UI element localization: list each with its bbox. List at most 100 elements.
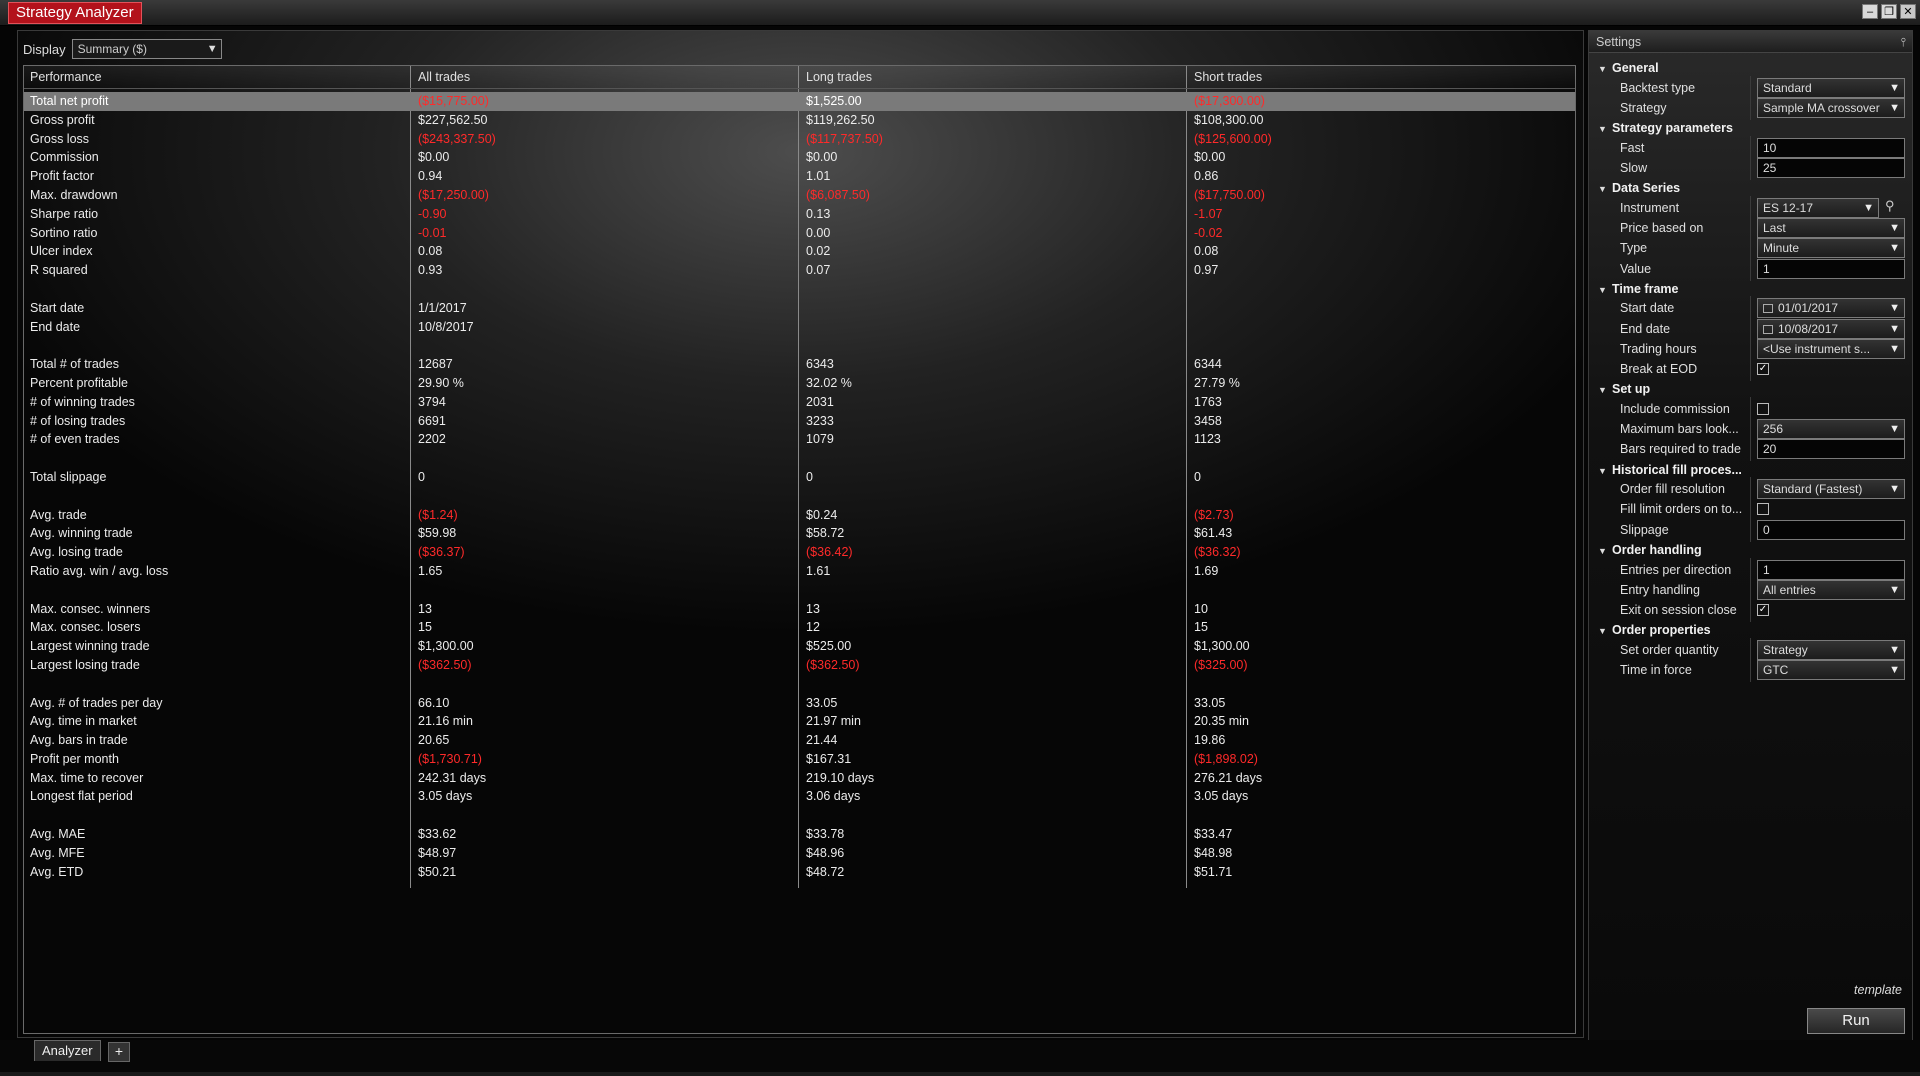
table-row[interactable]: Avg. MAE $33.62 $33.78 $33.47 [24, 825, 1575, 844]
table-row[interactable]: Avg. time in market 21.16 min 21.97 min 20.… [24, 712, 1575, 731]
maximum-bars-look-select[interactable]: 256 ▼ [1757, 419, 1905, 440]
table-row[interactable]: # of winning trades 3794 2031 1763 [24, 393, 1575, 412]
table-row[interactable]: Avg. bars in trade 20.65 21.44 19.86 [24, 731, 1575, 750]
price-based-on-select[interactable]: Last ▼ [1757, 218, 1905, 239]
table-row[interactable] [24, 487, 1575, 506]
run-button[interactable]: Run [1807, 1008, 1905, 1034]
template-label[interactable]: template [1854, 983, 1902, 997]
entry-handling-select[interactable]: All entries ▼ [1757, 579, 1905, 600]
table-row[interactable]: Sortino ratio -0.01 0.00 -0.02 [24, 224, 1575, 243]
table-row[interactable]: Max. drawdown ($17,250.00) ($6,087.50) ($17… [24, 186, 1575, 205]
add-tab-button[interactable]: + [108, 1042, 130, 1062]
cell-short-trades: 1763 [1194, 394, 1222, 409]
set-order-quantity-select[interactable]: Strategy ▼ [1757, 639, 1905, 660]
cell-long-trades: 13 [806, 601, 820, 616]
table-row[interactable]: Longest flat period 3.05 days 3.06 days 3.0… [24, 787, 1575, 806]
row-label: Commission [30, 150, 99, 165]
order-fill-resolution-select[interactable]: Standard (Fastest) ▼ [1757, 479, 1905, 500]
table-row[interactable] [24, 336, 1575, 355]
select-value: 256 [1763, 422, 1784, 437]
table-row[interactable]: Total slippage 0 0 0 [24, 468, 1575, 487]
fast-input[interactable]: 10 [1757, 137, 1905, 158]
property-control: Standard (Fastest) ▼ [1757, 479, 1905, 500]
cell-all-trades: 12687 [418, 357, 453, 372]
type-select[interactable]: Minute ▼ [1757, 238, 1905, 259]
table-row[interactable]: Avg. ETD $50.21 $48.72 $51.71 [24, 863, 1575, 882]
title-bar: Strategy Analyzer – ❐ ✕ [0, 0, 1920, 26]
search-icon[interactable]: ⚲ [1885, 198, 1895, 214]
cell-all-trades: $59.98 [418, 526, 457, 541]
row-label: Max. consec. losers [30, 620, 141, 635]
backtest-type-select[interactable]: Standard ▼ [1757, 77, 1905, 98]
end-date-select[interactable]: 10/08/2017 ▼ [1757, 318, 1905, 339]
cell-all-trades: $33.62 [418, 827, 457, 842]
bars-required-to-trade-input[interactable]: 20 [1757, 439, 1905, 460]
strategy-select[interactable]: Sample MA crossover ▼ [1757, 97, 1905, 118]
table-row[interactable]: R squared 0.93 0.07 0.97 [24, 261, 1575, 280]
category-label: Strategy parameters [1612, 121, 1733, 136]
table-row[interactable]: # of losing trades 6691 3233 3458 [24, 412, 1575, 431]
instrument-select[interactable]: ES 12-17 ▼ [1757, 197, 1879, 218]
time-in-force-select[interactable]: GTC ▼ [1757, 660, 1905, 680]
tab-analyzer[interactable]: Analyzer [34, 1040, 101, 1061]
table-row[interactable] [24, 806, 1575, 825]
column-header-short-trades[interactable]: Short trades [1188, 66, 1576, 88]
include-commission-checkbox[interactable] [1757, 402, 1769, 415]
slow-input[interactable]: 25 [1757, 158, 1905, 178]
select-value: Sample MA crossover [1763, 100, 1880, 115]
column-header-long-trades[interactable]: Long trades [800, 66, 1188, 88]
minimize-icon[interactable]: – [1862, 4, 1878, 19]
table-row[interactable]: Max. time to recover 242.31 days 219.10 da… [24, 769, 1575, 788]
property-control: <Use instrument s... ▼ [1757, 338, 1905, 359]
table-row[interactable]: Avg. trade ($1.24) $0.24 ($2.73) [24, 506, 1575, 525]
column-header-all-trades[interactable]: All trades [412, 66, 800, 88]
table-row[interactable] [24, 675, 1575, 694]
trading-hours-select[interactable]: <Use instrument s... ▼ [1757, 338, 1905, 359]
fill-limit-orders-on-to-checkbox[interactable] [1757, 503, 1769, 516]
table-row[interactable] [24, 581, 1575, 600]
cell-short-trades: ($125,600.00) [1194, 131, 1272, 146]
table-row[interactable]: Ulcer index 0.08 0.02 0.08 [24, 242, 1575, 261]
table-row[interactable]: End date 10/8/2017 [24, 318, 1575, 337]
table-row[interactable]: Avg. winning trade $59.98 $58.72 $61.43 [24, 524, 1575, 543]
close-icon[interactable]: ✕ [1900, 4, 1916, 19]
table-row[interactable]: # of even trades 2202 1079 1123 [24, 430, 1575, 449]
exit-on-session-close-checkbox[interactable]: ✓ [1757, 603, 1769, 616]
table-row[interactable]: Largest winning trade $1,300.00 $525.00 $1,… [24, 637, 1575, 656]
entries-per-direction-input[interactable]: 1 [1757, 559, 1905, 580]
chevron-down-icon: ▼ [1889, 423, 1900, 436]
table-row[interactable]: Max. consec. losers 15 12 15 [24, 618, 1575, 637]
start-date-select[interactable]: 01/01/2017 ▼ [1757, 298, 1905, 319]
select-value: Standard [1763, 80, 1812, 95]
table-row[interactable]: Gross loss ($243,337.50) ($117,737.50) ($12… [24, 130, 1575, 149]
table-row[interactable]: Percent profitable 29.90 % 32.02 % 27.79 % [24, 374, 1575, 393]
cell-long-trades: ($362.50) [806, 657, 860, 672]
break-at-eod-checkbox[interactable]: ✓ [1757, 363, 1769, 375]
table-row[interactable]: Avg. # of trades per day 66.10 33.05 33.05 [24, 694, 1575, 713]
table-row[interactable] [24, 280, 1575, 299]
table-row[interactable]: Profit factor 0.94 1.01 0.86 [24, 167, 1575, 186]
table-row[interactable]: Avg. MFE $48.97 $48.96 $48.98 [24, 844, 1575, 863]
table-row[interactable]: Max. consec. winners 13 13 10 [24, 600, 1575, 619]
table-row[interactable]: Start date 1/1/2017 [24, 299, 1575, 318]
restore-icon[interactable]: ❐ [1881, 4, 1897, 19]
table-row[interactable]: Profit per month ($1,730.71) $167.31 ($1,89… [24, 750, 1575, 769]
row-label: Start date [30, 300, 85, 315]
table-row[interactable]: Ratio avg. win / avg. loss 1.65 1.61 1.69 [24, 562, 1575, 581]
value-input[interactable]: 1 [1757, 258, 1905, 279]
table-row[interactable]: Avg. losing trade ($36.37) ($36.42) ($36.32… [24, 543, 1575, 562]
cell-all-trades: 15 [418, 620, 432, 635]
table-row[interactable]: Largest losing trade ($362.50) ($362.50) ($… [24, 656, 1575, 675]
slippage-input[interactable]: 0 [1757, 519, 1905, 540]
chevron-down-icon: ▼ [1889, 643, 1900, 656]
column-header-performance[interactable]: Performance [24, 66, 412, 88]
table-row[interactable]: Total # of trades 12687 6343 6344 [24, 355, 1575, 374]
table-row[interactable] [24, 449, 1575, 468]
display-select[interactable]: Summary ($) ▼ [71, 39, 222, 59]
table-row[interactable]: Gross profit $227,562.50 $119,262.50 $108,3… [24, 111, 1575, 130]
table-row[interactable]: Total net profit ($15,775.00) $1,525.00 ($1… [24, 92, 1575, 111]
table-row[interactable]: Commission $0.00 $0.00 $0.00 [24, 148, 1575, 167]
pin-icon[interactable]: ⫯ [1901, 31, 1906, 53]
table-row[interactable]: Sharpe ratio -0.90 0.13 -1.07 [24, 205, 1575, 224]
window-controls: – ❐ ✕ [1862, 4, 1916, 19]
